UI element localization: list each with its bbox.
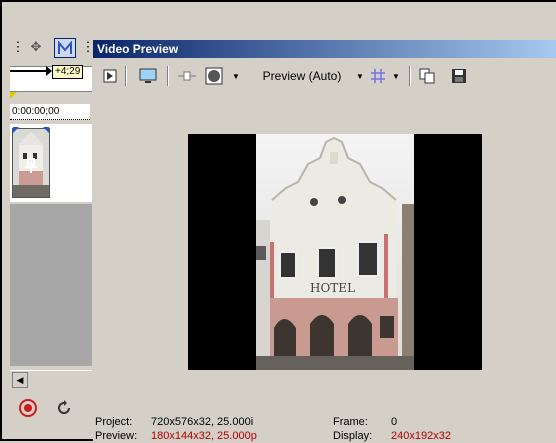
offset-arrow-icon	[10, 66, 52, 76]
hotel-building-image: HOTEL	[256, 134, 414, 370]
loop-icon	[58, 400, 70, 414]
loop-marker-icon[interactable]	[10, 92, 17, 99]
normal-edit-tool-icon[interactable]: ✥	[26, 38, 46, 56]
grid-dropdown-icon[interactable]: ▼	[391, 66, 401, 86]
overlays-dropdown-icon[interactable]: ▼	[231, 66, 241, 86]
envelope-tool-icon[interactable]	[54, 38, 76, 58]
grid-button[interactable]	[369, 66, 387, 86]
preview-quality-value: Preview (Auto)	[262, 69, 342, 83]
display-value: 240x192x32	[391, 430, 451, 442]
offset-label: +4;29	[52, 65, 84, 79]
video-preview-window: Video Preview ▼ Preview (Auto) ▼ ▼ HOTEL…	[93, 40, 556, 443]
display-label: Display:	[333, 430, 373, 442]
timeline-panel: ⋮ ✥ ⋮ +4;29 0:00:00;00 ◀	[8, 32, 95, 442]
scroll-left-icon[interactable]: ◀	[12, 372, 28, 388]
record-button[interactable]	[16, 396, 40, 420]
preview-status-bar: Project: 720x576x32, 25.000i Preview: 18…	[93, 412, 556, 443]
preview-image: HOTEL	[256, 134, 414, 370]
overlay-icon	[205, 67, 223, 85]
copy-icon	[419, 68, 435, 84]
preview-quality-dropdown-icon[interactable]: ▼	[355, 66, 365, 86]
empty-track-area	[10, 204, 92, 366]
hotel-sign: HOTEL	[310, 281, 355, 295]
save-snapshot-button[interactable]	[449, 66, 469, 86]
preview-quality-dropdown[interactable]: Preview (Auto)	[249, 66, 355, 86]
monitor-icon	[139, 68, 157, 83]
fade-out-handle-icon[interactable]	[43, 127, 49, 133]
overlays-button[interactable]	[203, 66, 225, 86]
project-value: 720x576x32, 25.000i	[151, 416, 254, 428]
copy-snapshot-button[interactable]	[417, 66, 437, 86]
project-label: Project:	[95, 416, 133, 428]
app-window: ⋮ ✥ ⋮ +4;29 0:00:00;00 ◀ Video Preview ▼…	[0, 0, 556, 443]
video-output-fx-button[interactable]	[101, 66, 119, 86]
toolbar-separator	[125, 66, 127, 86]
window-title: Video Preview	[93, 40, 556, 58]
output-fx-icon	[103, 69, 117, 83]
preview-label: Preview:	[95, 430, 138, 442]
loop-playback-button[interactable]	[52, 396, 76, 420]
toolbar-separator	[409, 66, 411, 86]
toolbar-separator	[167, 66, 169, 86]
frame-label: Frame:	[333, 416, 368, 428]
fade-in-handle-icon[interactable]	[13, 127, 19, 133]
grip-icon: ⋮	[11, 39, 25, 54]
preview-toolbar: ▼ Preview (Auto) ▼ ▼	[93, 62, 556, 90]
timeline-toolbar: ⋮ ✥ ⋮	[8, 32, 95, 62]
frame-value: 0	[391, 416, 398, 428]
video-clip-thumbnail[interactable]	[12, 127, 50, 198]
video-frame: HOTEL	[188, 134, 482, 370]
record-icon	[19, 399, 37, 417]
external-monitor-button[interactable]	[137, 66, 159, 86]
preview-value: 180x144x32, 25.000p	[151, 430, 257, 442]
cursor-time: 0:00:00;00	[10, 104, 90, 120]
split-screen-icon	[178, 71, 196, 81]
save-disk-icon	[452, 69, 466, 83]
grid-icon	[371, 69, 385, 83]
split-screen-button[interactable]	[177, 66, 197, 86]
clip-image-icon	[13, 129, 49, 197]
